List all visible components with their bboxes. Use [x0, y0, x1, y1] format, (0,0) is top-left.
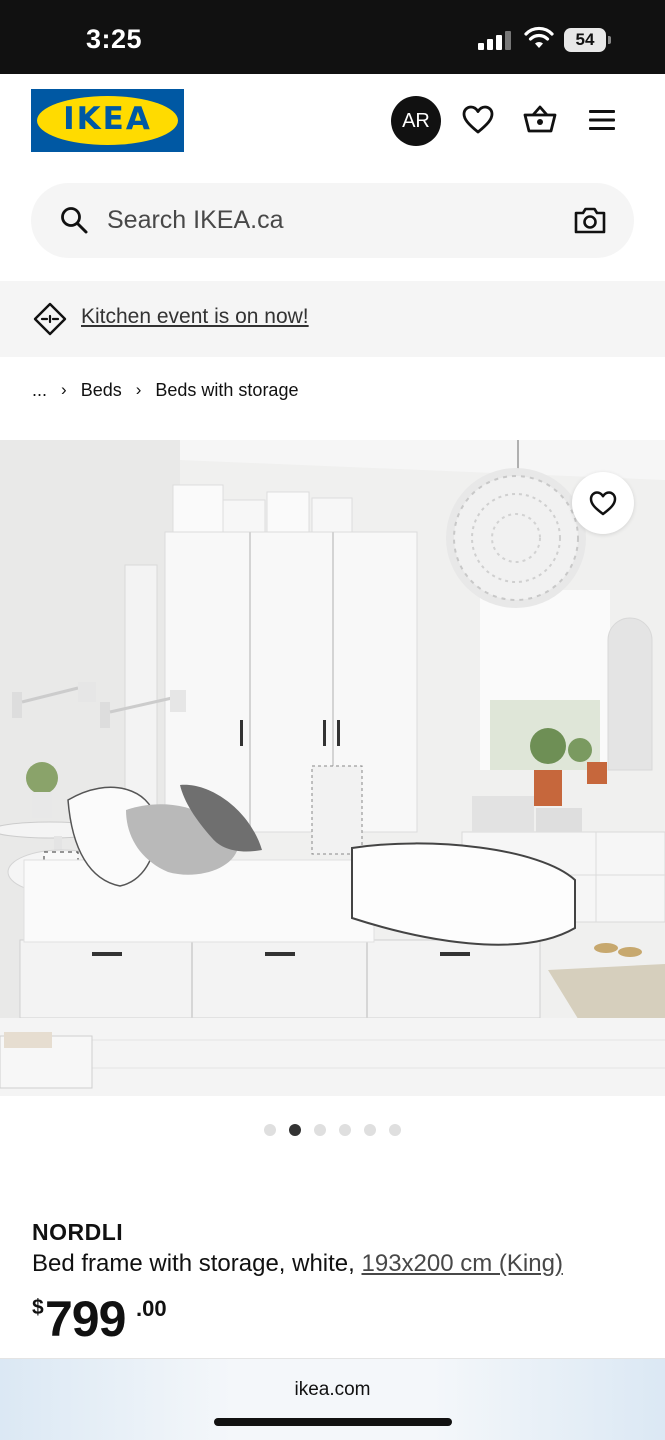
browser-address-bar[interactable]: ikea.com [0, 1358, 665, 1440]
status-bar: 3:25 54 [0, 0, 665, 74]
bedroom-photo [0, 440, 665, 1096]
price-main: 799 [45, 1291, 126, 1347]
carousel-dot[interactable] [339, 1124, 351, 1136]
breadcrumb: ... › Beds › Beds with storage [32, 378, 298, 402]
search-icon [61, 207, 88, 234]
carousel-dot[interactable] [389, 1124, 401, 1136]
heart-icon [462, 105, 494, 134]
status-time: 3:25 [86, 24, 143, 54]
price-currency: $ [32, 1296, 44, 1319]
save-to-favorites-button[interactable] [572, 472, 634, 534]
product-name: NORDLI [32, 1219, 124, 1245]
breadcrumb-item-beds-with-storage[interactable]: Beds with storage [155, 380, 298, 401]
shopping-bag-icon [523, 105, 557, 133]
breadcrumb-item-beds[interactable]: Beds [81, 380, 122, 401]
image-carousel-indicator [264, 1124, 401, 1136]
battery-level: 54 [564, 28, 606, 52]
chevron-right-icon: › [61, 380, 67, 399]
size-selector-link[interactable]: 193x200 cm (King) [362, 1250, 563, 1277]
hamburger-menu-icon [589, 110, 615, 130]
carousel-dot[interactable] [264, 1124, 276, 1136]
menu-button[interactable] [584, 102, 620, 138]
carousel-dot[interactable] [314, 1124, 326, 1136]
favorites-button[interactable] [460, 102, 496, 138]
promo-link[interactable]: Kitchen event is on now! [81, 305, 309, 329]
promo-banner[interactable]: Kitchen event is on now! [0, 281, 665, 357]
wifi-icon [524, 26, 554, 48]
carousel-dot[interactable] [364, 1124, 376, 1136]
heart-icon [589, 491, 617, 516]
cellular-signal-icon [478, 31, 511, 50]
battery-icon: 54 [564, 28, 611, 52]
visual-search-camera-icon[interactable] [574, 205, 606, 235]
carousel-dot[interactable] [289, 1124, 301, 1136]
browser-url[interactable]: ikea.com [0, 1379, 665, 1401]
price-tag-icon [33, 302, 67, 336]
product-description-text: Bed frame with storage, white, [32, 1250, 355, 1277]
logo-text: IKEA [63, 101, 152, 137]
ikea-logo[interactable]: IKEA [31, 89, 184, 152]
product-image[interactable] [0, 440, 665, 1096]
breadcrumb-ellipsis[interactable]: ... [32, 380, 47, 401]
cart-button[interactable] [522, 102, 558, 138]
search-bar[interactable]: Search IKEA.ca [31, 183, 634, 258]
account-avatar[interactable]: AR [391, 96, 441, 146]
product-description: Bed frame with storage, white, 193x200 c… [32, 1250, 563, 1278]
search-input[interactable]: Search IKEA.ca [107, 206, 283, 235]
price-decimals: .00 [136, 1296, 167, 1321]
chevron-right-icon: › [135, 380, 142, 399]
home-indicator[interactable] [214, 1418, 452, 1426]
